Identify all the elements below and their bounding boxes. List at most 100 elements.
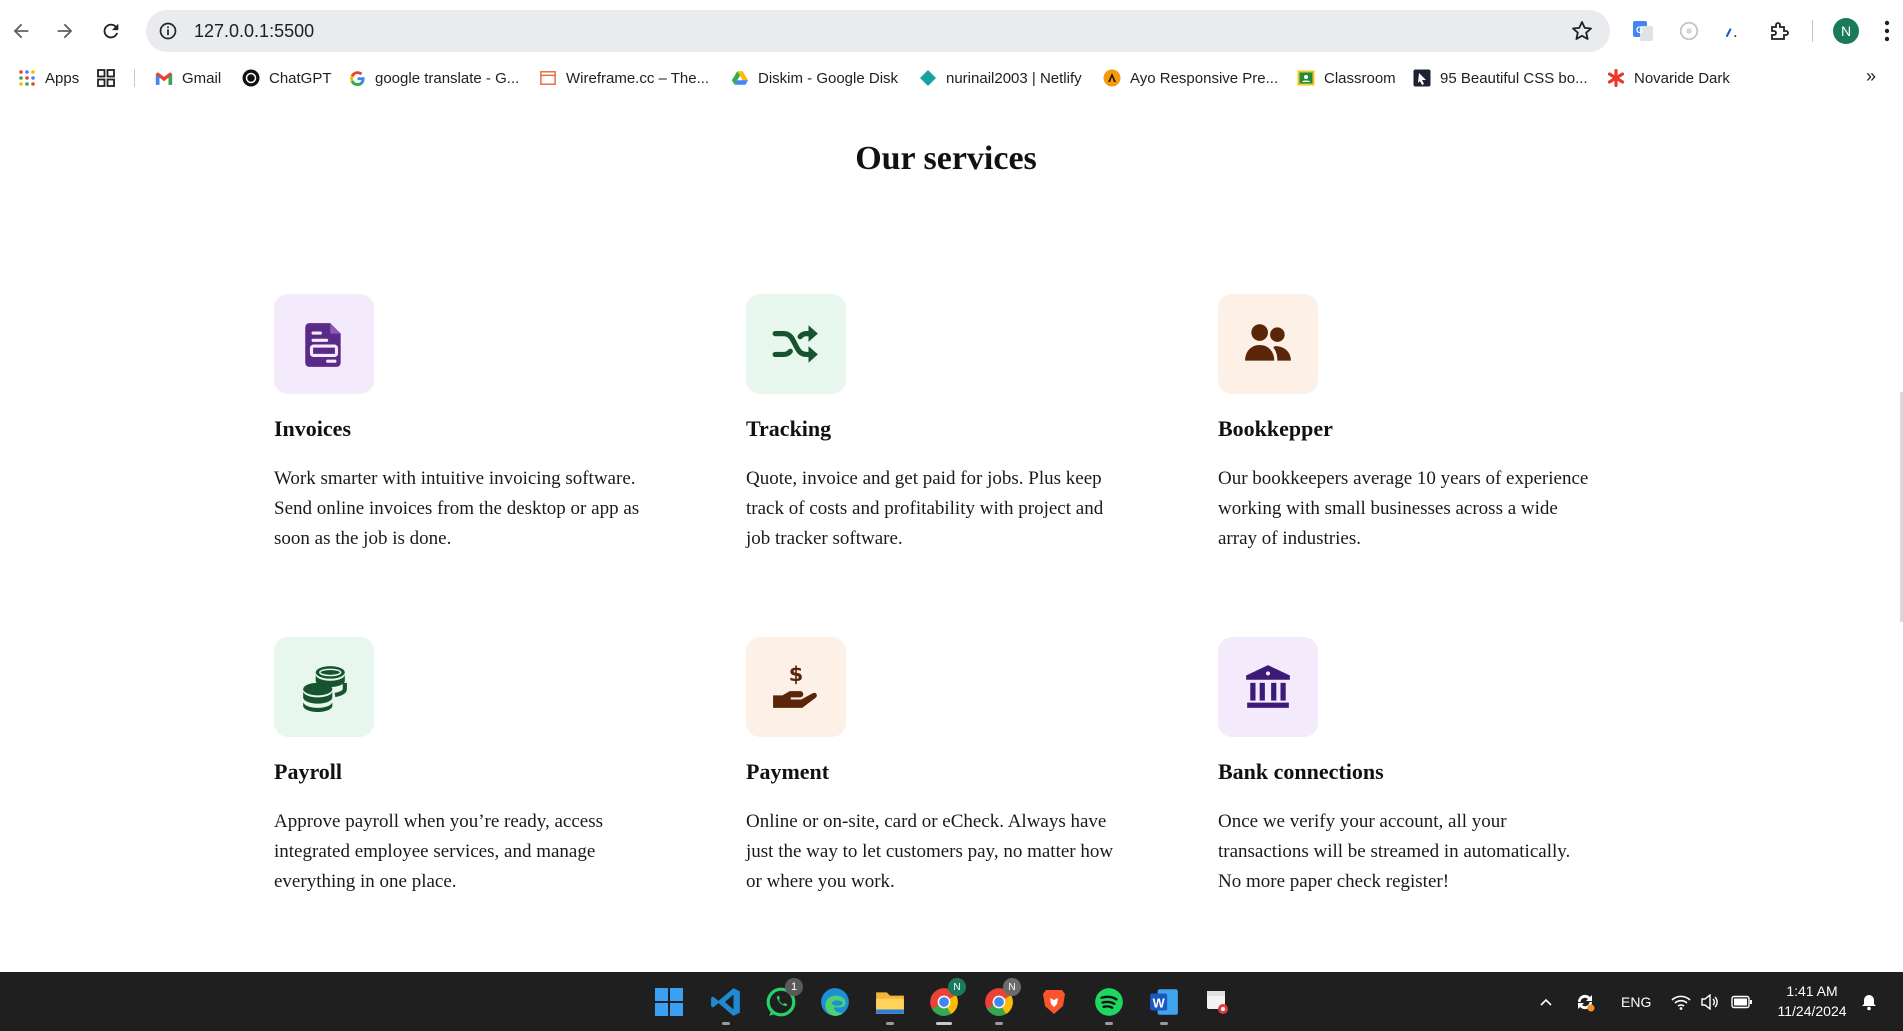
netlify-icon bbox=[919, 69, 937, 87]
extensions-puzzle-icon[interactable] bbox=[1766, 17, 1794, 45]
bookmark-wireframe[interactable]: Wireframe.cc – The... bbox=[539, 67, 709, 89]
asterisk-icon bbox=[1607, 69, 1625, 87]
bookmark-label: google translate - G... bbox=[375, 69, 520, 87]
service-description: Our bookkeepers average 10 years of expe… bbox=[1218, 468, 1589, 549]
taskbar-chrome-active[interactable]: N bbox=[924, 978, 966, 1025]
notification-badge: 1 bbox=[785, 978, 803, 996]
bookmark-chatgpt[interactable]: ChatGPT bbox=[242, 67, 332, 89]
google-icon bbox=[348, 69, 366, 87]
taskbar-brave[interactable] bbox=[1034, 982, 1074, 1022]
service-card-payroll: Payroll Approve payroll when you’re read… bbox=[274, 637, 654, 897]
extension-pen-icon[interactable] bbox=[1718, 17, 1746, 45]
spotify-icon bbox=[1095, 988, 1123, 1016]
tray-network[interactable] bbox=[1671, 972, 1691, 1031]
taskbar-vscode[interactable] bbox=[706, 982, 746, 1025]
service-card-invoices: Invoices Work smarter with intuitive inv… bbox=[274, 294, 654, 554]
shuffle-icon bbox=[772, 325, 818, 363]
bookmark-google-translate[interactable]: google translate - G... bbox=[348, 67, 519, 89]
bookmark-novaride[interactable]: Novaride Dark bbox=[1607, 67, 1730, 89]
active-indicator bbox=[936, 1022, 952, 1025]
bookmark-css-buttons[interactable]: 95 Beautiful CSS bo... bbox=[1413, 67, 1588, 89]
forward-button[interactable] bbox=[48, 14, 82, 48]
service-card-bank-connections: Bank connections Once we verify your acc… bbox=[1218, 637, 1598, 897]
bookmark-label: 95 Beautiful CSS bo... bbox=[1440, 69, 1588, 87]
bookmark-ayo[interactable]: Ayo Responsive Pre... bbox=[1103, 67, 1278, 89]
bookmark-netlify[interactable]: nurinail2003 | Netlify bbox=[919, 67, 1082, 89]
snipping-tool-icon bbox=[1207, 991, 1228, 1014]
profile-avatar[interactable]: N bbox=[1833, 18, 1859, 44]
browser-toolbar: 127.0.0.1:5500 G N bbox=[0, 0, 1903, 62]
site-info-icon[interactable] bbox=[156, 19, 180, 43]
service-icon-box bbox=[1218, 637, 1318, 737]
profile-badge: N bbox=[948, 978, 966, 996]
taskbar-word[interactable]: W bbox=[1144, 982, 1184, 1025]
bookmark-gmail[interactable]: Gmail bbox=[155, 67, 221, 89]
service-title: Bank connections bbox=[1218, 759, 1384, 784]
running-indicator bbox=[722, 1022, 730, 1025]
bookmark-label: Apps bbox=[45, 69, 80, 87]
running-indicator bbox=[995, 1022, 1003, 1025]
bookmark-classroom[interactable]: Classroom bbox=[1297, 67, 1396, 89]
battery-icon bbox=[1731, 995, 1752, 1008]
system-clock[interactable]: 1:41 AM 11/24/2024 bbox=[1772, 981, 1852, 1021]
windows-logo-icon bbox=[655, 988, 683, 1016]
page-content: Our services Invoices Work smarter with … bbox=[0, 92, 1903, 972]
taskbar-file-explorer[interactable] bbox=[870, 982, 910, 1025]
taskbar-snipping-tool[interactable] bbox=[1198, 982, 1238, 1022]
language-indicator[interactable]: ENG bbox=[1621, 972, 1651, 1031]
service-icon-box bbox=[274, 294, 374, 394]
taskbar-edge[interactable] bbox=[815, 982, 855, 1022]
folder-icon bbox=[876, 992, 904, 1014]
bookmark-label: Gmail bbox=[182, 69, 222, 87]
classroom-icon bbox=[1297, 69, 1315, 87]
reload-button[interactable] bbox=[94, 14, 128, 48]
wifi-icon bbox=[1671, 995, 1691, 1010]
bookmark-label: Ayo Responsive Pre... bbox=[1130, 69, 1279, 87]
vscode-icon bbox=[711, 988, 740, 1016]
coins-icon bbox=[303, 666, 347, 712]
running-indicator bbox=[1105, 1022, 1113, 1025]
extension-circle-icon[interactable] bbox=[1675, 17, 1703, 45]
service-card-payment: $ Payment Online or on-site, card or eCh… bbox=[746, 637, 1126, 897]
tray-sync[interactable] bbox=[1574, 972, 1596, 1031]
bookmark-google-drive[interactable]: Diskim - Google Disk bbox=[731, 67, 898, 89]
bookmark-star-icon[interactable] bbox=[1570, 19, 1594, 43]
back-button[interactable] bbox=[4, 14, 38, 48]
service-description: Work smarter with intuitive invoicing so… bbox=[274, 468, 640, 549]
apps-grid-icon bbox=[18, 69, 36, 87]
taskbar-whatsapp[interactable]: 1 bbox=[761, 978, 803, 1022]
taskbar-spotify[interactable] bbox=[1089, 982, 1129, 1025]
bookmark-label: Diskim - Google Disk bbox=[758, 69, 899, 87]
taskbar-chrome-second[interactable]: N bbox=[979, 978, 1021, 1025]
bookmarks-overflow-button[interactable]: » bbox=[1866, 66, 1886, 88]
brave-lion-icon bbox=[1043, 990, 1065, 1014]
bookmark-apps[interactable]: Apps bbox=[18, 67, 79, 89]
service-icon-box bbox=[1218, 294, 1318, 394]
tray-volume[interactable] bbox=[1700, 972, 1720, 1031]
service-description: Quote, invoice and get paid for jobs. Pl… bbox=[746, 468, 1104, 549]
toolbar-divider bbox=[1812, 20, 1813, 42]
service-card-tracking: Tracking Quote, invoice and get paid for… bbox=[746, 294, 1126, 554]
windows-taskbar: 1 N N W ENG 1:41 AM 11/24/2024 bbox=[0, 972, 1903, 1031]
users-icon bbox=[1245, 324, 1291, 361]
google-drive-icon bbox=[731, 69, 749, 87]
notifications-button[interactable] bbox=[1860, 972, 1878, 1031]
tray-battery[interactable] bbox=[1731, 972, 1753, 1031]
sync-icon bbox=[1577, 994, 1595, 1011]
url-text[interactable]: 127.0.0.1:5500 bbox=[194, 21, 314, 42]
address-bar[interactable]: 127.0.0.1:5500 bbox=[146, 10, 1610, 52]
clock-time: 1:41 AM bbox=[1786, 983, 1838, 999]
chatgpt-icon bbox=[242, 69, 260, 87]
css-bookmark-icon bbox=[1413, 69, 1431, 87]
ayo-icon bbox=[1103, 69, 1121, 87]
svg-text:G: G bbox=[1636, 25, 1643, 35]
bookmark-label: Classroom bbox=[1324, 69, 1396, 87]
google-translate-extension-icon[interactable]: G bbox=[1629, 17, 1657, 45]
bookmark-tab-groups[interactable] bbox=[97, 67, 124, 89]
service-icon-box bbox=[274, 637, 374, 737]
tray-overflow-button[interactable] bbox=[1538, 972, 1554, 1031]
section-title: Our services bbox=[855, 140, 1037, 177]
browser-menu-icon[interactable] bbox=[1882, 18, 1892, 44]
start-button[interactable] bbox=[649, 982, 689, 1022]
bookmark-label: ChatGPT bbox=[269, 69, 332, 87]
